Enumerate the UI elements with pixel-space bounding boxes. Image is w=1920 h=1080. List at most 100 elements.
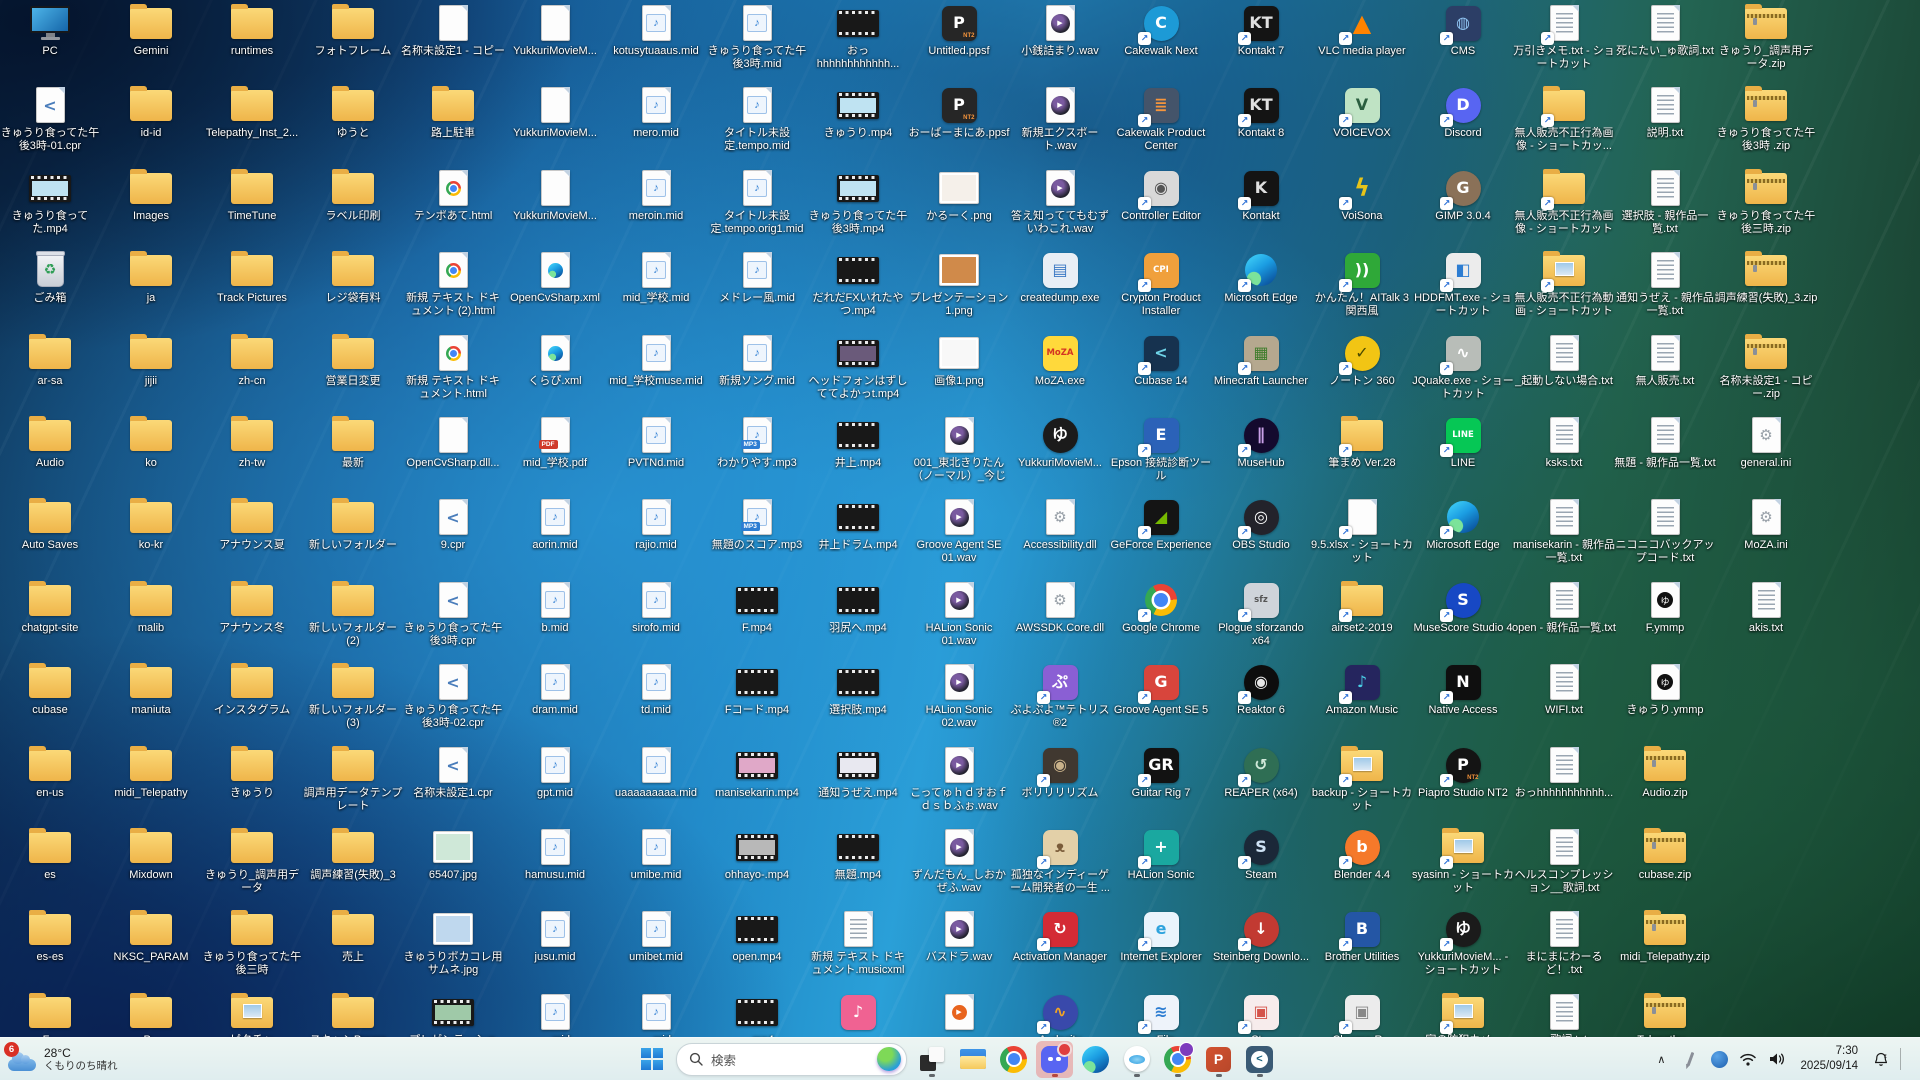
desktop-icon[interactable]: Telepathy_Inst_2... [214, 85, 290, 159]
desktop-icon[interactable]: Images [113, 168, 189, 242]
desktop-icon[interactable]: ♪きゅうり食ってた午後3時.mid [719, 3, 795, 77]
desktop-icon[interactable]: manisekarin - 親作品一覧.txt [1526, 497, 1602, 571]
desktop-icon[interactable]: ↗無人販売不正行為画像 - ショートカット [1526, 168, 1602, 242]
desktop-icon[interactable]: 路上駐車 [415, 85, 491, 159]
desktop-icon[interactable]: 名称未設定1 - コピー.zip [1728, 333, 1804, 407]
desktop-icon[interactable]: cubase.zip [1627, 827, 1703, 901]
desktop-icon[interactable]: ▶新規エクスポート.wav [1022, 85, 1098, 159]
desktop-icon[interactable]: アナウンス冬 [214, 580, 290, 654]
desktop-icon[interactable]: ▶バスドラ.wav [921, 909, 997, 983]
desktop-icon[interactable]: 調声用データテンプレート [315, 745, 391, 819]
desktop-icon[interactable]: <きゅうり食ってた午後3時.cpr [415, 580, 491, 654]
desktop-icon[interactable]: sfz↗Plogue sforzando x64 [1223, 580, 1299, 654]
desktop-icon[interactable]: アナウンス夏 [214, 497, 290, 571]
desktop-icon[interactable]: midi_Telepathy.zip [1627, 909, 1703, 983]
taskbar-app-google-chrome[interactable] [995, 1041, 1032, 1078]
desktop-icon[interactable]: ♪jusu.mid [517, 909, 593, 983]
desktop-icon[interactable]: OpenCvSharp.dll... [415, 415, 491, 489]
desktop-icon[interactable]: 新しいフォルダー (3) [315, 662, 391, 736]
desktop-icon[interactable]: manisekarin.mp4 [719, 745, 795, 819]
desktop-icon[interactable]: ko [113, 415, 189, 489]
desktop-icon[interactable]: runtimes [214, 3, 290, 77]
taskbar-app-lens-app[interactable] [1118, 1041, 1155, 1078]
desktop-icon[interactable]: ゆうと [315, 85, 391, 159]
desktop-icon[interactable]: ♪タイトル未設定.tempo.mid [719, 85, 795, 159]
desktop-icon[interactable]: ↗Microsoft Edge [1223, 250, 1299, 324]
desktop-icon[interactable]: ≣↗Cakewalk Product Center [1123, 85, 1199, 159]
desktop-icon[interactable]: きゅうり食ってた午後三時.zip [1728, 168, 1804, 242]
taskbar-app-powerpoint[interactable]: P [1200, 1041, 1237, 1078]
desktop-icon[interactable]: 最新 [315, 415, 391, 489]
desktop-icon[interactable]: かるーく.png [921, 168, 997, 242]
desktop-icon[interactable]: YukkuriMovieM... [517, 168, 593, 242]
desktop-icon[interactable]: 新しいフォルダー [315, 497, 391, 571]
desktop-icon[interactable]: Gemini [113, 3, 189, 77]
desktop-icon[interactable]: <9.cpr [415, 497, 491, 571]
desktop-icon[interactable]: ✓↗ノートン 360 [1324, 333, 1400, 407]
desktop-icon[interactable]: _起動しない場合.txt [1526, 333, 1602, 407]
desktop-icon[interactable]: midi_Telepathy [113, 745, 189, 819]
desktop-icon[interactable]: N↗Native Access [1425, 662, 1501, 736]
desktop-icon[interactable]: ♪aorin.mid [517, 497, 593, 571]
desktop-icon[interactable]: ゆきゅうり.ymmp [1627, 662, 1703, 736]
desktop-icon[interactable]: ♪rajio.mid [618, 497, 694, 571]
desktop-icon[interactable]: maniuta [113, 662, 189, 736]
desktop-icon[interactable]: PNT2おーばーまにあ.ppsf [921, 85, 997, 159]
taskbar-app-cubase[interactable]: < [1241, 1041, 1278, 1078]
desktop-icon[interactable]: NKSC_PARAM [113, 909, 189, 983]
desktop-icon[interactable]: es-es [12, 909, 88, 983]
desktop-icon[interactable]: GR↗Guitar Rig 7 [1123, 745, 1199, 819]
account-avatar[interactable] [1709, 1045, 1729, 1073]
desktop-icon[interactable]: es [12, 827, 88, 901]
desktop-icon[interactable]: 説明.txt [1627, 85, 1703, 159]
desktop-icon[interactable]: K↗Kontakt [1223, 168, 1299, 242]
desktop-icon[interactable]: ヘッドフォンはずしててよかっt.mp4 [820, 333, 896, 407]
desktop-icon[interactable]: <名称未設定1.cpr [415, 745, 491, 819]
desktop-icon[interactable]: open - 親作品一覧.txt [1526, 580, 1602, 654]
desktop-icon[interactable]: G↗GIMP 3.0.4 [1425, 168, 1501, 242]
desktop-icon[interactable]: 死にたい_ゅ歌詞.txt [1627, 3, 1703, 77]
desktop-icon[interactable]: ぷ↗ぷよぷよ™テトリス®2 [1022, 662, 1098, 736]
desktop-icon[interactable]: TimeTune [214, 168, 290, 242]
desktop-icon[interactable]: ⚙MoZA.ini [1728, 497, 1804, 571]
desktop-icon[interactable]: ♪mid_学校muse.mid [618, 333, 694, 407]
desktop-icon[interactable]: Mixdown [113, 827, 189, 901]
desktop-icon[interactable]: ♪umibe.mid [618, 827, 694, 901]
desktop-icon[interactable]: S↗MuseScore Studio 4 [1425, 580, 1501, 654]
desktop-icon[interactable]: PNT2Untitled.ppsf [921, 3, 997, 77]
desktop-icon[interactable]: ↗無人販売不正行為動画 - ショートカット [1526, 250, 1602, 324]
desktop-icon[interactable]: ▶001_東北きりたん（ノーマル）_今じゃ... [921, 415, 997, 489]
desktop-icon[interactable]: Track Pictures [214, 250, 290, 324]
desktop-icon[interactable]: きゅうり食ってた午後3時 .zip [1728, 85, 1804, 159]
desktop-icon[interactable]: きゅうり_調声用データ.zip [1728, 3, 1804, 77]
desktop-icon[interactable]: 選択肢 - 親作品一覧.txt [1627, 168, 1703, 242]
desktop-icon[interactable]: きゅうり_調声用データ [214, 827, 290, 901]
notification-bell-icon[interactable]: z [1871, 1045, 1891, 1073]
desktop-icon[interactable]: ▲↗VLC media player [1324, 3, 1400, 77]
desktop-icon[interactable]: ↗Microsoft Edge [1425, 497, 1501, 571]
desktop-icon[interactable]: ◉↗ポリリリリズム [1022, 745, 1098, 819]
desktop-icon[interactable]: ▶答え知っててもむずいわこれ.wav [1022, 168, 1098, 242]
show-desktop-button[interactable] [1910, 1038, 1914, 1080]
desktop-icon[interactable]: 無人販売.txt [1627, 333, 1703, 407]
desktop-icon[interactable]: 新規 テキスト ドキュメント (2).html [415, 250, 491, 324]
desktop-icon[interactable]: ▶こってゅｈｄすおｆｄｓｂふぉ.wav [921, 745, 997, 819]
desktop-icon[interactable]: <↗Cubase 14 [1123, 333, 1199, 407]
desktop-icon[interactable]: ksks.txt [1526, 415, 1602, 489]
desktop-icon[interactable]: akis.txt [1728, 580, 1804, 654]
desktop-icon[interactable]: ♪タイトル未設定.tempo.orig1.mid [719, 168, 795, 242]
desktop-icon[interactable]: ヘルスコンプレッション__歌詞.txt [1526, 827, 1602, 901]
taskbar-app-file-explorer[interactable] [954, 1041, 991, 1078]
wifi-icon[interactable] [1738, 1045, 1758, 1073]
desktop-icon[interactable]: ♪MP3無題のスコア.mp3 [719, 497, 795, 571]
desktop-icon[interactable]: E↗Epson 接続診断ツール [1123, 415, 1199, 489]
desktop-icon[interactable]: ᴥ↗孤独なインディーゲーム開発者の一生 ... [1022, 827, 1098, 901]
desktop-icon[interactable]: ♪kotusytuaaus.mid [618, 3, 694, 77]
desktop-icon[interactable]: ▶HALion Sonic 01.wav [921, 580, 997, 654]
desktop-icon[interactable]: ▶HALion Sonic 02.wav [921, 662, 997, 736]
volume-icon[interactable] [1767, 1045, 1787, 1073]
desktop-icon[interactable]: ↓↗Steinberg Downlo... [1223, 909, 1299, 983]
desktop-icon[interactable]: ↗無人販売不正行為画像 - ショートカッ... [1526, 85, 1602, 159]
desktop-icon[interactable]: 名称未設定1 - コピー [415, 3, 491, 77]
taskbar-app-discord[interactable] [1036, 1041, 1073, 1078]
